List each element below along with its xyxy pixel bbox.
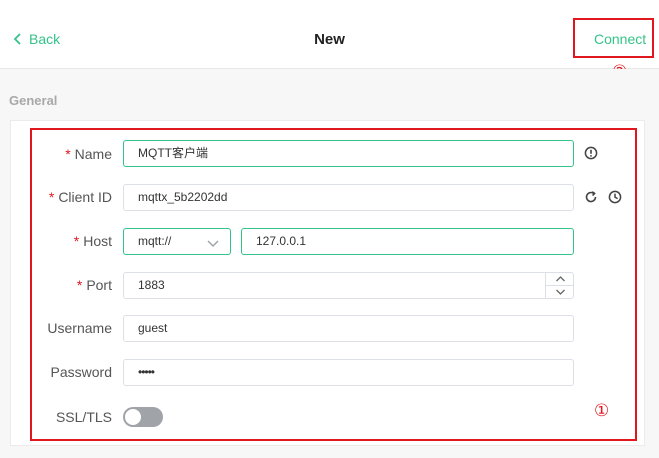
top-bar: Back New Connect xyxy=(0,0,659,69)
annotation-box-connect xyxy=(573,18,654,58)
annotation-box-form xyxy=(30,128,637,441)
section-title: General xyxy=(9,93,58,108)
annotation-marker-1: ① xyxy=(594,401,610,421)
page-title: New xyxy=(314,31,345,48)
